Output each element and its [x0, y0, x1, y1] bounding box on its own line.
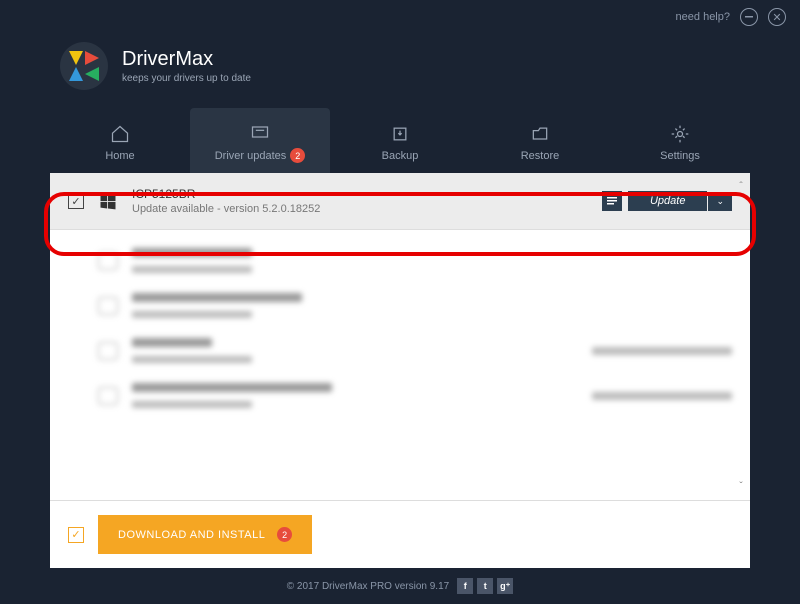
blurred-driver-list [50, 230, 750, 426]
driver-row[interactable]: ✓ ICP5125BR Update available - version 5… [50, 173, 750, 230]
footer-actions: ✓ DOWNLOAD AND INSTALL 2 [50, 500, 750, 568]
download-badge: 2 [277, 527, 292, 542]
nav-updates-label: Driver updates [215, 150, 287, 162]
restore-icon [529, 124, 551, 144]
driver-checkbox[interactable]: ✓ [68, 193, 84, 209]
select-all-checkbox[interactable]: ✓ [68, 527, 84, 543]
updates-badge: 2 [290, 148, 305, 163]
list-item [68, 373, 732, 418]
windows-icon [98, 191, 118, 211]
list-item [68, 328, 732, 373]
nav-home-label: Home [105, 150, 134, 162]
driver-details-button[interactable] [602, 191, 622, 211]
list-item [68, 238, 732, 283]
list-item [68, 283, 732, 328]
help-link[interactable]: need help? [676, 11, 730, 23]
main-nav: Home Driver updates2 Backup Restore Sett… [0, 108, 800, 173]
backup-icon [389, 124, 411, 144]
close-button[interactable]: ✕ [768, 8, 786, 26]
brand-header: DriverMax keeps your drivers up to date [0, 34, 800, 108]
twitter-icon[interactable]: t [477, 578, 493, 594]
driver-list-panel: ✓ ICP5125BR Update available - version 5… [50, 173, 750, 500]
copyright-bar: © 2017 DriverMax PRO version 9.17 f t g⁺ [0, 568, 800, 604]
home-icon [109, 124, 131, 144]
nav-settings[interactable]: Settings [610, 108, 750, 173]
app-logo [60, 42, 108, 90]
scrollbar[interactable]: ˆˇ [734, 181, 748, 492]
minimize-button[interactable] [740, 8, 758, 26]
settings-icon [669, 124, 691, 144]
nav-restore-label: Restore [521, 150, 560, 162]
driver-status: Update available - version 5.2.0.18252 [132, 203, 602, 215]
updates-icon [249, 122, 271, 142]
google-plus-icon[interactable]: g⁺ [497, 578, 513, 594]
nav-driver-updates[interactable]: Driver updates2 [190, 108, 330, 173]
nav-settings-label: Settings [660, 150, 700, 162]
driver-name: ICP5125BR [132, 187, 602, 201]
app-tagline: keeps your drivers up to date [122, 73, 251, 84]
download-install-button[interactable]: DOWNLOAD AND INSTALL 2 [98, 515, 312, 554]
facebook-icon[interactable]: f [457, 578, 473, 594]
nav-backup[interactable]: Backup [330, 108, 470, 173]
copyright-text: © 2017 DriverMax PRO version 9.17 [287, 581, 449, 592]
nav-restore[interactable]: Restore [470, 108, 610, 173]
nav-backup-label: Backup [382, 150, 419, 162]
app-name: DriverMax [122, 48, 251, 71]
download-label: DOWNLOAD AND INSTALL [118, 529, 265, 541]
update-dropdown[interactable]: ⌄ [708, 192, 732, 211]
nav-home[interactable]: Home [50, 108, 190, 173]
update-button[interactable]: Update [628, 191, 707, 211]
